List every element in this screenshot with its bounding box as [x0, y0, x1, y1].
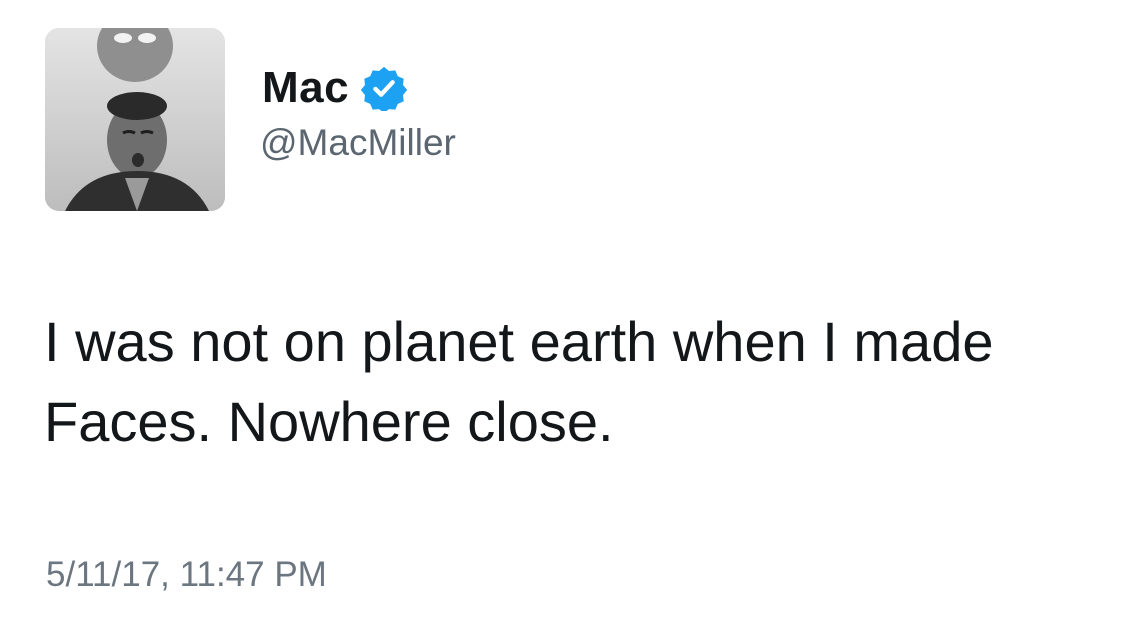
tweet-text: I was not on planet earth when I made Fa…	[44, 310, 994, 453]
avatar-photo-icon	[45, 28, 225, 211]
tweet-timestamp[interactable]: 5/11/17, 11:47 PM	[46, 557, 327, 592]
author-avatar[interactable]	[45, 28, 225, 211]
author-display-name[interactable]: Mac	[262, 66, 349, 110]
author-name-row[interactable]: Mac	[262, 58, 408, 118]
verified-badge-icon	[361, 66, 408, 111]
author-handle[interactable]: @MacMiller	[260, 124, 456, 161]
